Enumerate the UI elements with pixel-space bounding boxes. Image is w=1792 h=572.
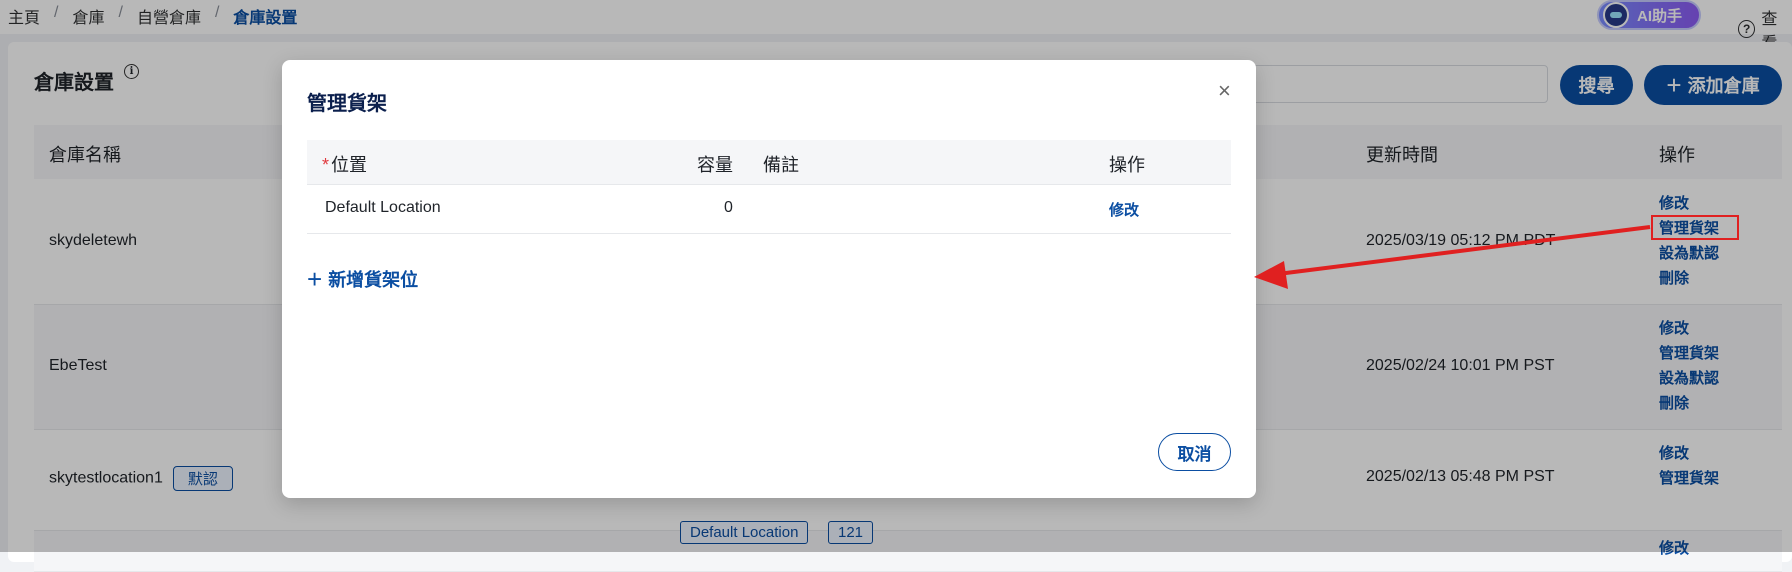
- column-header-action: 操作: [1109, 155, 1145, 175]
- shelf-row: Default Location 0 修改: [307, 185, 1231, 234]
- column-header-capacity: 容量: [697, 155, 733, 175]
- shelf-capacity: 0: [724, 199, 733, 216]
- column-header-note: 備註: [763, 155, 799, 175]
- required-mark: *: [322, 155, 330, 175]
- shelf-table-header: * 位置 容量 備註 操作: [307, 140, 1231, 185]
- manage-shelves-modal: 管理貨架 × * 位置 容量 備註 操作 Default Location 0 修…: [282, 60, 1256, 498]
- column-header-location: * 位置: [322, 151, 367, 177]
- modal-title: 管理貨架: [307, 93, 387, 115]
- plus-icon: +: [307, 264, 323, 294]
- shelf-location: Default Location: [325, 199, 441, 216]
- cancel-button[interactable]: 取消: [1158, 433, 1231, 471]
- add-shelf-location-button[interactable]: + 新增貨架位: [307, 266, 418, 292]
- location-header-label: 位置: [331, 155, 368, 175]
- shelf-edit-link[interactable]: 修改: [1109, 199, 1139, 220]
- annotation-highlight-box: [1651, 215, 1739, 240]
- add-shelf-location-label: 新增貨架位: [328, 270, 419, 290]
- close-icon[interactable]: ×: [1218, 78, 1231, 104]
